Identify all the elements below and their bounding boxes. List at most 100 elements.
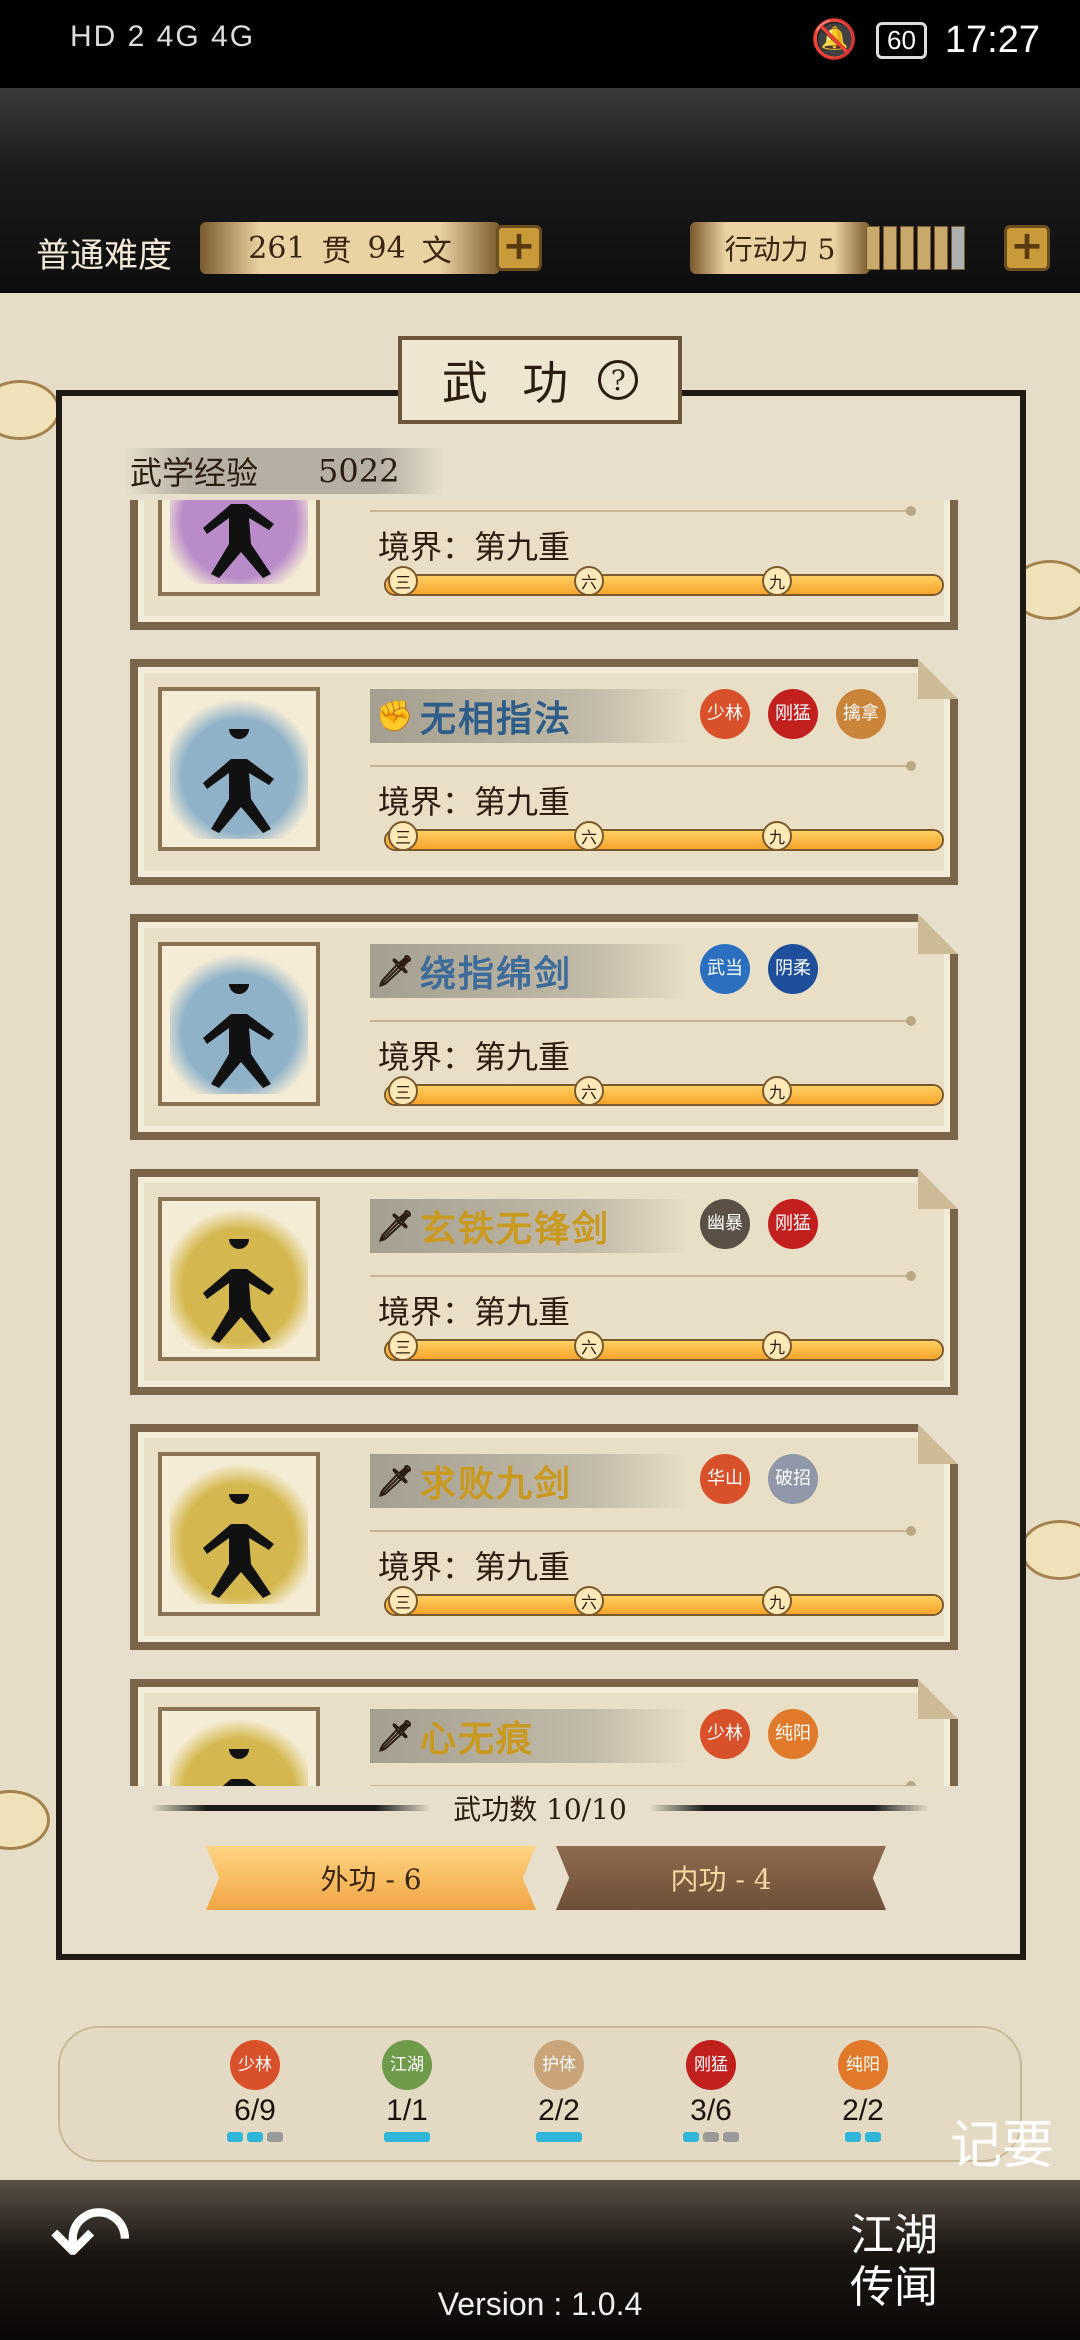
jianghu-rumors-button[interactable]: 江湖传闻 [850, 2210, 970, 2340]
skill-tags: 少林 纯阳 [700, 1709, 818, 1759]
skill-tags: 少林 刚猛 擒拿 [700, 689, 886, 739]
sect-level-dot [227, 2132, 243, 2142]
realm-tick: 六 [574, 821, 604, 851]
exp-value: 5022 [318, 452, 400, 490]
sect-summary-item[interactable]: 江湖 1/1 [362, 2040, 452, 2142]
skill-portrait [158, 687, 320, 851]
realm-tick: 三 [388, 1076, 418, 1106]
stamina-pip [866, 226, 880, 270]
realm-tick: 三 [388, 1331, 418, 1361]
tab-outer-skills[interactable]: 外功 - 6 [206, 1846, 536, 1910]
sect-summary-bar: 少林 6/9 江湖 1/1 护体 2/2 刚猛 3/6 纯阳 2/2 [58, 2026, 1022, 2162]
sect-level-dot [703, 2132, 719, 2142]
add-money-button[interactable]: + [496, 225, 542, 271]
sect-level-dots [536, 2132, 582, 2142]
skill-name: 绕指绵剑 [420, 953, 573, 995]
add-stamina-button[interactable]: + [1004, 225, 1050, 271]
realm-progress-bar [384, 829, 944, 851]
sect-summary-item[interactable]: 刚猛 3/6 [666, 2040, 756, 2142]
sect-badge: 少林 [230, 2040, 280, 2090]
martial-artist-silhouette-icon [170, 1464, 308, 1604]
sect-summary-item[interactable]: 纯阳 2/2 [818, 2040, 908, 2142]
realm-tick: 九 [762, 1331, 792, 1361]
cloud-decoration [1020, 1520, 1080, 1580]
sect-summary-item[interactable]: 护体 2/2 [514, 2040, 604, 2142]
sword-icon: 🗡 [376, 953, 417, 989]
skill-tag: 纯阳 [768, 1709, 818, 1759]
skill-portrait [158, 1452, 320, 1616]
martial-artist-silhouette-icon [170, 1209, 308, 1349]
skill-portrait [158, 942, 320, 1106]
realm-progress-fill [386, 831, 942, 849]
sect-level-dots [384, 2132, 430, 2142]
sect-level-dots [683, 2132, 739, 2142]
sect-badge: 护体 [534, 2040, 584, 2090]
sect-count: 6/9 [234, 2094, 276, 2127]
skill-card[interactable]: 🗡 绕指绵剑 武当 阴柔 境界：第九重三六九 [130, 914, 958, 1140]
divider [370, 510, 910, 512]
status-bar: HD 2 4G 4G 🔕 60 17:27 [0, 0, 1080, 88]
sect-badge: 刚猛 [686, 2040, 736, 2090]
skill-card[interactable]: ✊如来神掌少林刚猛境界：第九重三六九 [130, 500, 958, 630]
sword-icon: 🗡 [376, 1718, 417, 1754]
skill-tag: 华山 [700, 1454, 750, 1504]
sect-level-dot [845, 2132, 861, 2142]
divider-dot [906, 1781, 916, 1786]
skill-card[interactable]: 🗡 玄铁无锋剑 幽暴 刚猛 境界：第九重三六九 [130, 1169, 958, 1395]
sect-level-dot [723, 2132, 739, 2142]
skill-tag: 幽暴 [700, 1199, 750, 1249]
mute-icon: 🔕 [810, 19, 858, 61]
brush-divider [648, 1805, 929, 1811]
sect-level-dot [865, 2132, 881, 2142]
divider [370, 1275, 910, 1277]
divider [370, 1785, 910, 1786]
realm-progress-bar [384, 1594, 944, 1616]
skill-card[interactable]: ✊ 无相指法 少林 刚猛 擒拿 境界：第九重三六九 [130, 659, 958, 885]
realm-progress-fill [386, 1086, 942, 1104]
skill-realm: 境界：第九重 [378, 1038, 571, 1076]
page-fold-corner [918, 1169, 958, 1209]
sword-icon: 🗡 [376, 1463, 417, 1499]
sect-count: 2/2 [842, 2094, 884, 2127]
realm-progress-fill [386, 1596, 942, 1614]
wen-value: 94 [367, 230, 406, 266]
back-arrow-icon[interactable]: ↶ [36, 2186, 146, 2296]
skill-name-banner: 🗡 绕指绵剑 [370, 944, 690, 998]
divider [370, 1530, 910, 1532]
panel-title-text: 武 功 [441, 356, 579, 410]
tab-inner-skills[interactable]: 内功 - 4 [556, 1846, 886, 1910]
battery-icon: 60 [875, 21, 927, 59]
status-right: 🔕 60 17:27 [811, 18, 1040, 62]
realm-progress-bar [384, 574, 944, 596]
divider-dot [906, 1271, 916, 1281]
skill-card[interactable]: 🗡 求败九剑 华山 破招 境界：第九重三六九 [130, 1424, 958, 1650]
divider [370, 1020, 910, 1022]
martial-artist-silhouette-icon [170, 1719, 308, 1786]
divider [370, 765, 910, 767]
skill-name: 玄铁无锋剑 [420, 1208, 611, 1250]
page-fold-corner [918, 1679, 958, 1719]
page-fold-corner [918, 914, 958, 954]
skill-portrait [158, 1707, 320, 1786]
stamina-pip [934, 226, 948, 270]
realm-tick: 九 [762, 1076, 792, 1106]
divider-dot [906, 1016, 916, 1026]
skill-name: 无相指法 [420, 698, 573, 740]
skill-list[interactable]: ✊如来神掌少林刚猛境界：第九重三六九✊无相指法少林刚猛擒拿境界：第九重三六九🗡绕… [120, 500, 970, 1786]
help-icon[interactable]: ? [598, 360, 639, 400]
sect-level-dots [845, 2132, 881, 2142]
money-display: 261 贯 94 文 [200, 222, 500, 274]
stamina-label: 行动力 5 [690, 222, 870, 274]
exp-row: 武学经验 5022 [124, 448, 444, 494]
skill-card[interactable]: 🗡心无痕少林纯阳境界：第九重三六九 [130, 1679, 958, 1786]
sect-badge: 纯阳 [838, 2040, 888, 2090]
realm-tick: 六 [574, 1331, 604, 1361]
divider-dot [906, 1526, 916, 1536]
skill-name-banner: ✊ 无相指法 [370, 689, 690, 743]
cloud-decoration [0, 1790, 50, 1850]
skill-tag: 刚猛 [768, 689, 818, 739]
realm-tick: 九 [762, 821, 792, 851]
skill-tag: 破招 [768, 1454, 818, 1504]
sect-summary-item[interactable]: 少林 6/9 [210, 2040, 300, 2142]
realm-progress-bar [384, 1084, 944, 1106]
